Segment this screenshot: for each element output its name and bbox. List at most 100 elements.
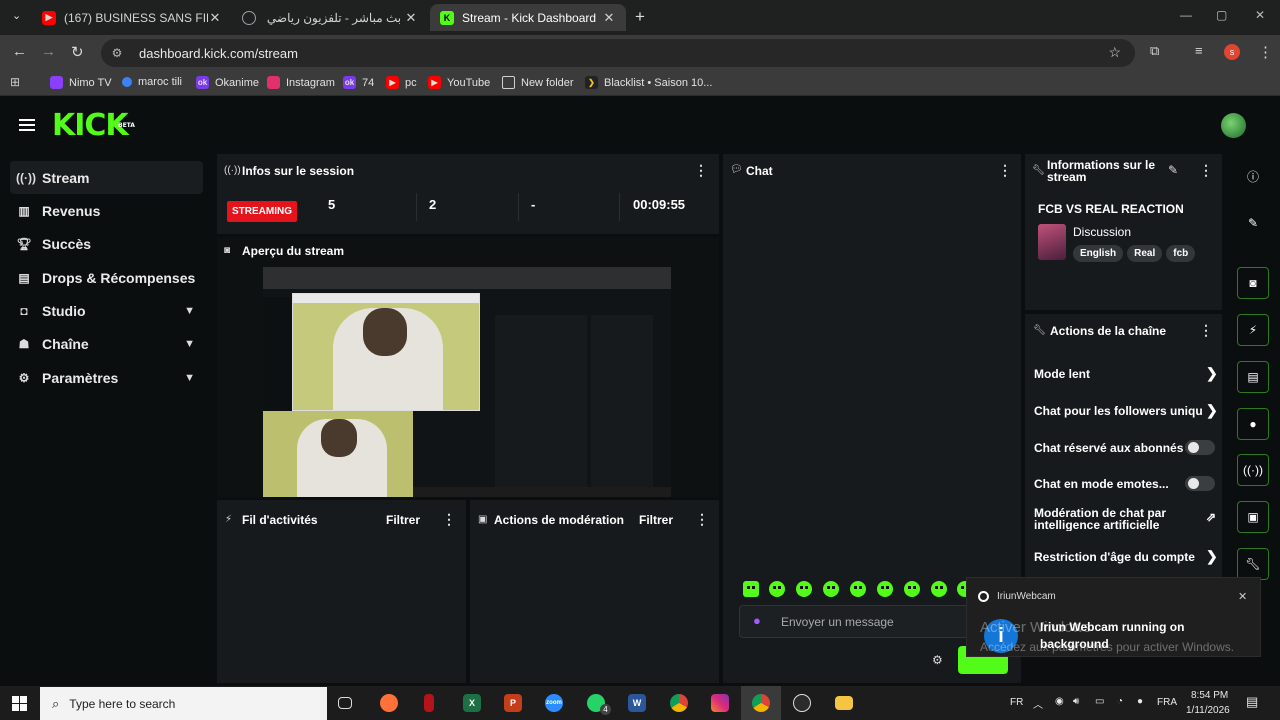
emote-icon[interactable] (850, 581, 866, 597)
sidebar-item-stream[interactable]: ((·)) Stream (10, 161, 203, 194)
tab-arabic-tv[interactable]: بث مباشر - تلفزيون رياضي ✕ (232, 4, 428, 31)
firefox-icon[interactable] (380, 694, 398, 712)
more-options-icon[interactable]: ⋮ (1199, 162, 1213, 179)
chevron-right-icon[interactable]: ❯ (1206, 402, 1218, 419)
layout-icon[interactable]: ▣ (1237, 501, 1269, 533)
media-controls-icon[interactable]: ≡ (1195, 43, 1203, 58)
word-icon[interactable]: W (628, 694, 646, 712)
window-close-icon[interactable]: ✕ (1255, 8, 1265, 22)
minimize-icon[interactable]: — (1180, 8, 1192, 22)
close-icon[interactable]: ✕ (404, 10, 418, 26)
document-icon[interactable]: ▤ (1237, 361, 1269, 393)
excel-icon[interactable]: X (463, 694, 481, 712)
emote-icon[interactable] (796, 581, 812, 597)
powerpoint-icon[interactable]: P (504, 694, 522, 712)
sidebar-item-studio[interactable]: ◘ Studio ▼ (10, 294, 203, 327)
tab-search-chevron-icon[interactable]: ⌄ (12, 9, 21, 22)
bookmark-maroc-tili[interactable]: maroc tili (122, 76, 182, 88)
network-icon[interactable]: ◔ (1117, 696, 1123, 707)
more-options-icon[interactable]: ⋮ (1199, 322, 1213, 339)
close-icon[interactable]: ✕ (208, 10, 222, 26)
bookmark-new-folder[interactable]: New folder (502, 76, 574, 89)
bookmark-star-icon[interactable]: ☆ (1108, 44, 1121, 61)
more-options-icon[interactable]: ⋮ (442, 511, 456, 528)
emote-icon[interactable] (823, 581, 839, 597)
filter-button[interactable]: Filtrer (386, 513, 420, 527)
bookmark-nimo-tv[interactable]: Nimo TV (50, 76, 112, 89)
wrench-icon[interactable]: 🔧︎ (1237, 548, 1269, 580)
microphone-icon[interactable]: ● (753, 613, 761, 628)
emote-icon[interactable] (769, 581, 785, 597)
notifications-icon[interactable]: ▤ (1246, 694, 1258, 710)
forward-icon[interactable]: → (41, 43, 56, 60)
more-options-icon[interactable]: ⋮ (998, 162, 1012, 179)
instagram-icon[interactable] (711, 694, 729, 712)
more-options-icon[interactable]: ⋮ (694, 162, 708, 179)
bookmark-youtube[interactable]: ▶ YouTube (428, 76, 490, 89)
back-icon[interactable]: ← (12, 43, 27, 60)
chevron-right-icon[interactable]: ❯ (1206, 548, 1218, 565)
followers-only-item[interactable]: Chat pour les followers uniquement (1034, 404, 1202, 418)
tab-kick-dashboard[interactable]: K Stream - Kick Dashboard ✕ (430, 4, 626, 31)
slow-mode-item[interactable]: Mode lent (1034, 367, 1216, 381)
profile-avatar[interactable]: s (1224, 44, 1240, 60)
taskbar-search[interactable]: ⌕ Type here to search (40, 687, 327, 720)
stream-preview-video[interactable] (263, 267, 671, 497)
new-tab-button[interactable]: + (635, 7, 645, 27)
subscribers-only-toggle[interactable] (1185, 440, 1215, 455)
emote-icon[interactable] (877, 581, 893, 597)
maximize-icon[interactable]: ▢ (1216, 8, 1227, 22)
chrome-icon[interactable] (752, 694, 770, 712)
emote-icon[interactable] (904, 581, 920, 597)
tab-youtube[interactable]: ▶ (167) BUSINESS SANS FILTRE #… ✕ (32, 4, 232, 31)
bookmark-blacklist[interactable]: ❯ Blacklist • Saison 10... (585, 76, 712, 89)
chat-bubble-icon[interactable]: ● (1237, 408, 1269, 440)
chat-settings-icon[interactable]: ⚙ (932, 653, 943, 667)
external-link-icon[interactable]: ⇗ (1206, 510, 1216, 524)
chrome-menu-icon[interactable]: ⋮ (1258, 43, 1273, 61)
tray-app-icon[interactable]: ◉ (1055, 696, 1064, 707)
sidebar-item-parametres[interactable]: ⚙ Paramètres ▼ (10, 361, 203, 394)
windows-start-icon[interactable] (12, 696, 27, 711)
filter-button[interactable]: Filtrer (639, 513, 673, 527)
emote-icon[interactable] (931, 581, 947, 597)
tray-chevron-icon[interactable]: ︿ (1033, 696, 1043, 711)
kick-logo[interactable]: KICK BETA (52, 111, 135, 141)
battery-icon[interactable]: ▭ (1095, 696, 1104, 707)
obs-icon[interactable] (793, 694, 811, 712)
apps-grid-icon[interactable]: ⊞ (10, 75, 20, 89)
clock-date[interactable]: 1/11/2026 (1186, 705, 1230, 716)
tag-chip[interactable]: English (1073, 245, 1124, 262)
tag-chip[interactable]: Real (1127, 245, 1163, 262)
zoom-icon[interactable]: zoom (545, 694, 563, 712)
sidebar-item-chaine[interactable]: ☗ Chaîne ▼ (10, 327, 203, 360)
age-restriction-item[interactable]: Restriction d'âge du compte (1034, 550, 1216, 564)
broadcast-icon[interactable]: ((·)) (1237, 454, 1269, 486)
reload-icon[interactable]: ↻ (71, 43, 84, 61)
chrome-icon[interactable] (670, 694, 688, 712)
emote-mode-toggle[interactable] (1185, 476, 1215, 491)
camera-icon[interactable]: ◙ (1237, 267, 1269, 299)
bookmark-instagram[interactable]: Instagram (267, 76, 335, 89)
keyboard-layout[interactable]: FRA (1157, 697, 1177, 708)
close-icon[interactable]: ✕ (602, 10, 616, 26)
ai-moderation-item[interactable]: Modération de chat par intelligence arti… (1034, 507, 1184, 531)
sidebar-item-revenus[interactable]: ▥ Revenus (10, 194, 203, 227)
sidebar-item-succes[interactable]: 🏆︎ Succès (10, 227, 203, 260)
input-language[interactable]: FR (1010, 697, 1023, 708)
bookmark-okanime[interactable]: ok Okanime (196, 76, 259, 89)
emote-icon[interactable] (743, 581, 759, 597)
site-info-icon[interactable]: ⚙ (109, 46, 125, 60)
close-icon[interactable]: ✕ (1238, 590, 1247, 603)
chevron-right-icon[interactable]: ❯ (1206, 365, 1218, 382)
microphone-tray-icon[interactable]: ● (1137, 696, 1143, 707)
bookmark-74[interactable]: ok 74 (343, 76, 374, 89)
extensions-icon[interactable]: ⧉ (1150, 43, 1159, 59)
info-icon[interactable]: ⓘ (1237, 160, 1269, 192)
bookmark-pc[interactable]: ▶ pc (386, 76, 417, 89)
clock-time[interactable]: 8:54 PM (1191, 690, 1228, 701)
task-view-icon[interactable] (338, 697, 352, 709)
lightning-icon[interactable]: ⚡︎ (1237, 314, 1269, 346)
app-red-icon[interactable] (424, 694, 434, 712)
edit-icon[interactable]: ✎ (1168, 163, 1178, 177)
